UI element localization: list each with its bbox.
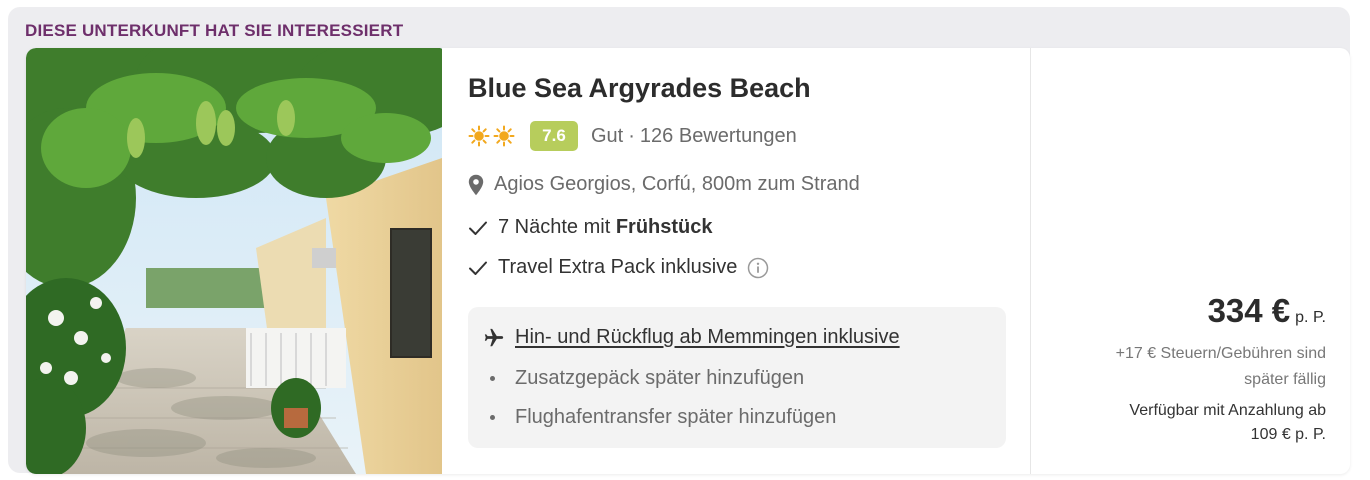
price-amount: 334 € [1207, 292, 1291, 329]
check-icon [469, 221, 487, 235]
location-pin-icon [468, 174, 484, 195]
nights-text: 7 Nächte mit [498, 216, 616, 238]
flight-sub-item: Flughafentransfer später hinzufügen [490, 406, 836, 429]
deposit-line-1: Verfügbar mit Anzahlung ab [1129, 402, 1326, 419]
feature-board: 7 Nächte mit Frühstück [468, 216, 713, 239]
hotel-name[interactable]: Blue Sea Argyrades Beach [468, 73, 811, 104]
rating-word: Gut [591, 124, 624, 147]
sun-icon [493, 125, 515, 147]
section-banner: DIESE UNTERKUNFT HAT SIE INTERESSIERT [25, 21, 404, 40]
board-type: Frühstück [615, 216, 713, 238]
deposit-note: Verfügbar mit Anzahlung ab 109 € p. P. [1036, 399, 1326, 447]
hotel-photo[interactable] [26, 48, 442, 474]
score-badge: 7.6 [530, 121, 578, 151]
separator-dot: · [628, 124, 635, 147]
rating-row: 7.6 Gut · 126 Bewertungen [468, 120, 797, 152]
sun-icon [468, 125, 490, 147]
check-icon [469, 261, 487, 275]
flight-sub-item: Zusatzgepäck später hinzufügen [490, 367, 804, 390]
price-column[interactable]: 334 € p. P. +17 € Steuern/Gebühren sind … [1030, 48, 1350, 474]
fees-line-1: +17 € Steuern/Gebühren sind [1115, 345, 1326, 362]
location-row: Agios Georgios, Corfú, 800m zum Strand [468, 173, 860, 196]
extra-pack-text: Travel Extra Pack inklusive [498, 256, 738, 278]
airplane-icon [484, 328, 504, 346]
price-unit: p. P. [1295, 309, 1326, 326]
flight-sub-text: Zusatzgepäck später hinzufügen [515, 367, 805, 389]
flight-link[interactable]: Hin- und Rückflug ab Memmingen inklusive [515, 326, 900, 349]
flight-main-row[interactable]: Hin- und Rückflug ab Memmingen inklusive [483, 326, 900, 349]
hotel-info: Blue Sea Argyrades Beach 7.6 Gut · 126 B… [468, 48, 1028, 474]
recently-viewed-section: DIESE UNTERKUNFT HAT SIE INTERESSIERT Bl… [8, 7, 1350, 474]
flight-box: Hin- und Rückflug ab Memmingen inklusive… [468, 307, 1006, 448]
feature-extra-pack: Travel Extra Pack inklusive [468, 256, 769, 279]
bullet [490, 376, 495, 381]
fees-note: +17 € Steuern/Gebühren sind später fälli… [1036, 341, 1326, 393]
deposit-line-2: 109 € p. P. [1250, 426, 1326, 443]
bullet [490, 415, 495, 420]
price: 334 € p. P. [1208, 292, 1326, 330]
fees-line-2: später fällig [1244, 371, 1326, 388]
location-text: Agios Georgios, Corfú, 800m zum Strand [494, 173, 860, 195]
review-count: 126 Bewertungen [639, 124, 797, 147]
info-icon[interactable] [747, 257, 769, 279]
rating-summary[interactable]: Gut · 126 Bewertungen [591, 125, 797, 148]
hotel-card[interactable]: Blue Sea Argyrades Beach 7.6 Gut · 126 B… [26, 48, 1350, 474]
flight-sub-text: Flughafentransfer später hinzufügen [515, 406, 837, 428]
